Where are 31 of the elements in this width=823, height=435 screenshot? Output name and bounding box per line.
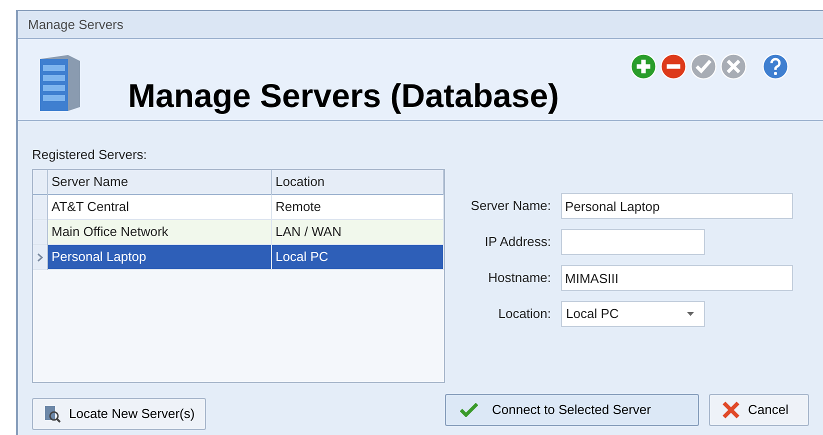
field-label: Location: xyxy=(497,305,552,324)
table-cell-text: AT&T Central xyxy=(52,199,130,214)
text-field[interactable] xyxy=(561,229,705,255)
header-title: Manage Servers (Database) xyxy=(128,76,560,116)
text-field[interactable]: Personal Laptop xyxy=(561,193,793,219)
table-cell-text: Personal Laptop xyxy=(52,249,146,264)
help-icon-button[interactable] xyxy=(762,53,789,80)
connect-button[interactable]: Connect to Selected Server xyxy=(445,394,699,426)
table-row[interactable]: Personal Laptop Local PC xyxy=(33,244,444,270)
cancel-button[interactable]: Cancel xyxy=(709,394,809,426)
field-label: IP Address: xyxy=(484,233,552,252)
window-title: Manage Servers xyxy=(28,16,124,34)
table-row[interactable]: Main Office Network LAN / WAN xyxy=(33,220,444,244)
table-cell-text: Main Office Network xyxy=(52,224,168,240)
field-label: Hostname: xyxy=(487,269,552,288)
dropdown-caret-icon xyxy=(687,312,694,316)
row-pointer-icon xyxy=(36,253,43,262)
locate-servers-button[interactable]: Locate New Server(s) xyxy=(32,398,206,430)
add-icon-button[interactable] xyxy=(630,53,657,80)
table-cell-text: Remote xyxy=(276,199,322,214)
location-dropdown[interactable]: Local PC xyxy=(561,301,705,327)
checkmark-icon xyxy=(460,403,478,417)
field-label: Server Name: xyxy=(470,197,552,216)
table-row[interactable]: AT&T Central Remote xyxy=(33,194,444,220)
table-cell-text: LAN / WAN xyxy=(276,224,342,240)
text-field[interactable]: MIMASIII xyxy=(561,265,793,291)
table-cell-text: Local PC xyxy=(276,249,328,264)
remove-icon-button[interactable] xyxy=(660,53,687,80)
cross-icon xyxy=(722,401,740,419)
list-label: Registered Servers: xyxy=(32,146,148,164)
magnifier-server-icon xyxy=(43,404,61,422)
